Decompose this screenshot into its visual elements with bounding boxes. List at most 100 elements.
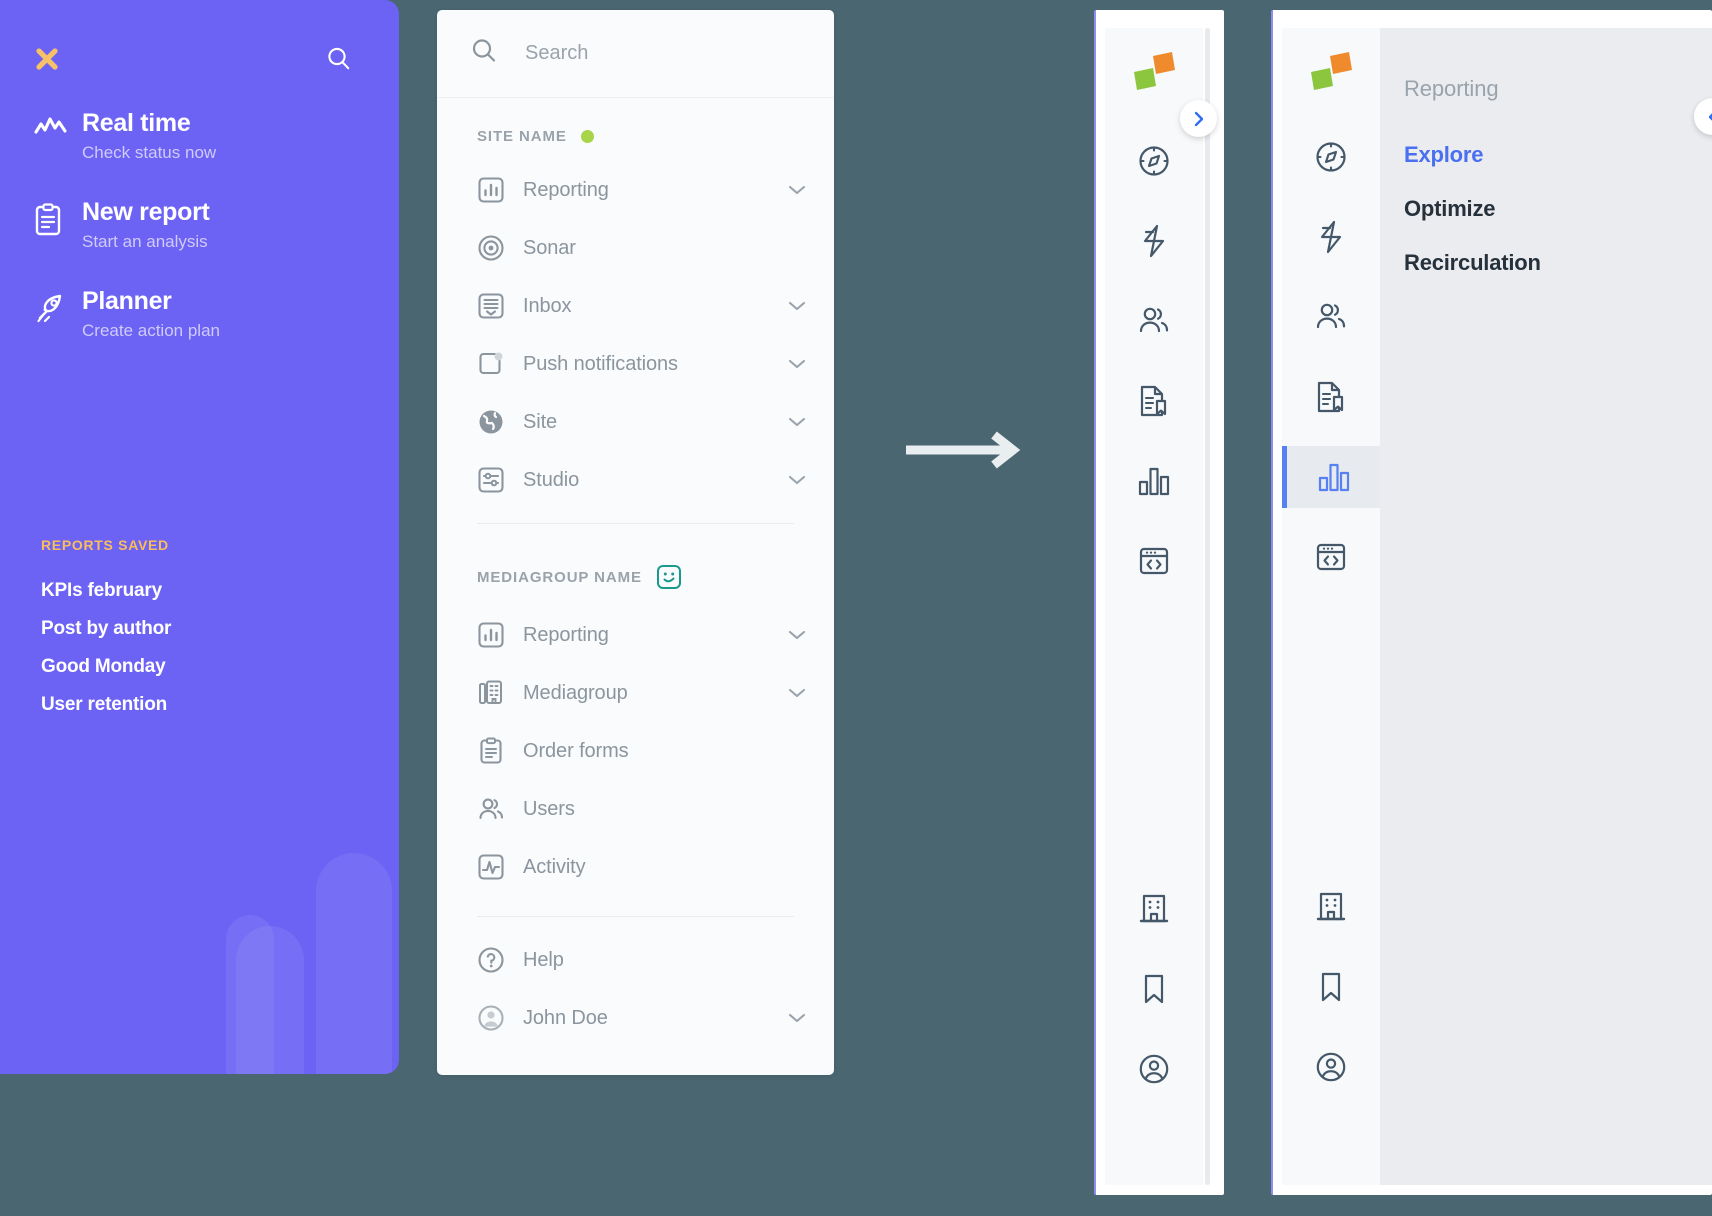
drawer-item-title: Real time (82, 109, 191, 137)
bookmark-icon[interactable] (1282, 956, 1380, 1018)
submenu-item-recirculation[interactable]: Recirculation (1404, 236, 1541, 290)
users-icon (477, 795, 523, 823)
reports-saved-list: KPIs february Post by author Good Monday… (41, 572, 171, 724)
menu-item-mediagroup[interactable]: Mediagroup (437, 664, 834, 722)
menu-item-reporting-mediagroup[interactable]: Reporting (437, 606, 834, 664)
account-circle-icon[interactable] (1282, 1036, 1380, 1098)
saved-report-item[interactable]: KPIs february (41, 572, 171, 610)
menu-item-reporting-site[interactable]: Reporting (437, 161, 834, 219)
drawer-header (0, 0, 399, 95)
menu-item-label: Sonar (523, 236, 576, 259)
users-icon[interactable] (1105, 290, 1203, 352)
expand-rail-button[interactable] (1180, 100, 1217, 137)
menu-item-help[interactable]: Help (437, 931, 834, 989)
submenu-list: Explore Optimize Recirculation (1404, 128, 1541, 290)
section-header-label: MEDIAGROUP NAME (477, 568, 642, 586)
chevron-down-icon[interactable] (788, 184, 806, 196)
smiley-face-icon (656, 564, 682, 590)
menu-item-studio[interactable]: Studio (437, 451, 834, 509)
green-status-dot (580, 130, 594, 143)
menu-item-activity[interactable]: Activity (437, 838, 834, 896)
compass-icon[interactable] (1282, 126, 1380, 188)
drawer-item-title: New report (82, 198, 210, 226)
chevron-down-icon[interactable] (788, 687, 806, 699)
collapsed-rail-panel (1094, 10, 1224, 1195)
chevron-down-icon[interactable] (788, 358, 806, 370)
sliders-studio-icon (477, 466, 523, 494)
search-icon (469, 36, 517, 71)
saved-report-item[interactable]: Good Monday (41, 648, 171, 686)
chevron-down-icon[interactable] (788, 300, 806, 312)
submenu-item-optimize[interactable]: Optimize (1404, 182, 1541, 236)
code-window-icon[interactable] (1282, 526, 1380, 588)
document-bookmark-icon[interactable] (1105, 370, 1203, 432)
bar-chart-icon[interactable] (1282, 446, 1380, 508)
drawer-item-subtitle: Check status now (82, 143, 217, 162)
menu-item-push-notifications[interactable]: Push notifications (437, 335, 834, 393)
section-header-mediagroup: MEDIAGROUP NAME (437, 534, 834, 606)
lightning-bolt-icon[interactable] (1282, 206, 1380, 268)
chevron-down-icon[interactable] (788, 474, 806, 486)
realtime-pulse-icon (34, 108, 78, 140)
menu-item-sonar[interactable]: Sonar (437, 219, 834, 277)
menu-item-label: Reporting (523, 623, 609, 646)
menu-item-label: Mediagroup (523, 681, 628, 704)
rocket-icon (34, 286, 78, 324)
bar-chart-box-icon (477, 176, 523, 204)
search-icon[interactable] (325, 45, 353, 73)
menu-item-label: John Doe (523, 1006, 608, 1029)
menu-item-label: Order forms (523, 739, 629, 762)
menu-item-label: Users (523, 797, 575, 820)
reports-saved-header: REPORTS SAVED (41, 537, 169, 553)
clipboard-report-icon (34, 197, 78, 237)
menu-item-label: Reporting (523, 178, 609, 201)
saved-report-item[interactable]: Post by author (41, 610, 171, 648)
building-icon[interactable] (1282, 876, 1380, 938)
menu-item-users[interactable]: Users (437, 780, 834, 838)
chevron-down-icon[interactable] (788, 629, 806, 641)
menu-item-account[interactable]: John Doe (437, 989, 834, 1047)
bookmark-icon[interactable] (1105, 958, 1203, 1020)
menu-item-label: Site (523, 410, 558, 433)
building-icon[interactable] (1105, 878, 1203, 940)
purple-drawer-panel: Real time Check status now New report St… (0, 0, 399, 1074)
search-input[interactable] (517, 42, 797, 65)
users-icon[interactable] (1282, 286, 1380, 348)
search-row[interactable] (437, 10, 834, 98)
menu-divider-footer (477, 916, 794, 917)
drawer-item-subtitle: Start an analysis (82, 232, 208, 251)
rail-scrollbar[interactable] (1205, 28, 1210, 1185)
compass-icon[interactable] (1105, 130, 1203, 192)
help-circle-icon (477, 946, 523, 974)
menu-item-site[interactable]: Site (437, 393, 834, 451)
bar-chart-icon[interactable] (1105, 450, 1203, 512)
submenu-item-explore[interactable]: Explore (1404, 128, 1541, 182)
menu-item-label: Studio (523, 468, 580, 491)
drawer-item-planner[interactable]: Planner Create action plan (0, 286, 399, 345)
section-header-label: SITE NAME (477, 128, 567, 145)
drawer-shortcuts: Real time Check status now New report St… (0, 108, 399, 375)
menu-item-order-forms[interactable]: Order forms (437, 722, 834, 780)
code-window-icon[interactable] (1105, 530, 1203, 592)
document-bookmark-icon[interactable] (1282, 366, 1380, 428)
drawer-item-title: Planner (82, 287, 172, 315)
close-x-icon[interactable] (34, 46, 60, 72)
building-icon (477, 679, 523, 707)
push-notification-icon (477, 350, 523, 378)
menu-item-label: Push notifications (523, 352, 678, 375)
menu-item-inbox[interactable]: Inbox (437, 277, 834, 335)
drawer-item-new-report[interactable]: New report Start an analysis (0, 197, 399, 256)
sonar-target-icon (477, 234, 523, 262)
menu-item-label: Help (523, 948, 564, 971)
order-form-icon (477, 737, 523, 765)
chevron-down-icon[interactable] (788, 416, 806, 428)
inbox-icon (477, 292, 523, 320)
chevron-down-icon[interactable] (788, 1012, 806, 1024)
drawer-item-real-time[interactable]: Real time Check status now (0, 108, 399, 167)
brand-flag-logo (1282, 42, 1380, 104)
saved-report-item[interactable]: User retention (41, 686, 171, 724)
bar-chart-box-icon (477, 621, 523, 649)
lightning-bolt-icon[interactable] (1105, 210, 1203, 272)
account-circle-icon[interactable] (1105, 1038, 1203, 1100)
menu-item-label: Inbox (523, 294, 572, 317)
